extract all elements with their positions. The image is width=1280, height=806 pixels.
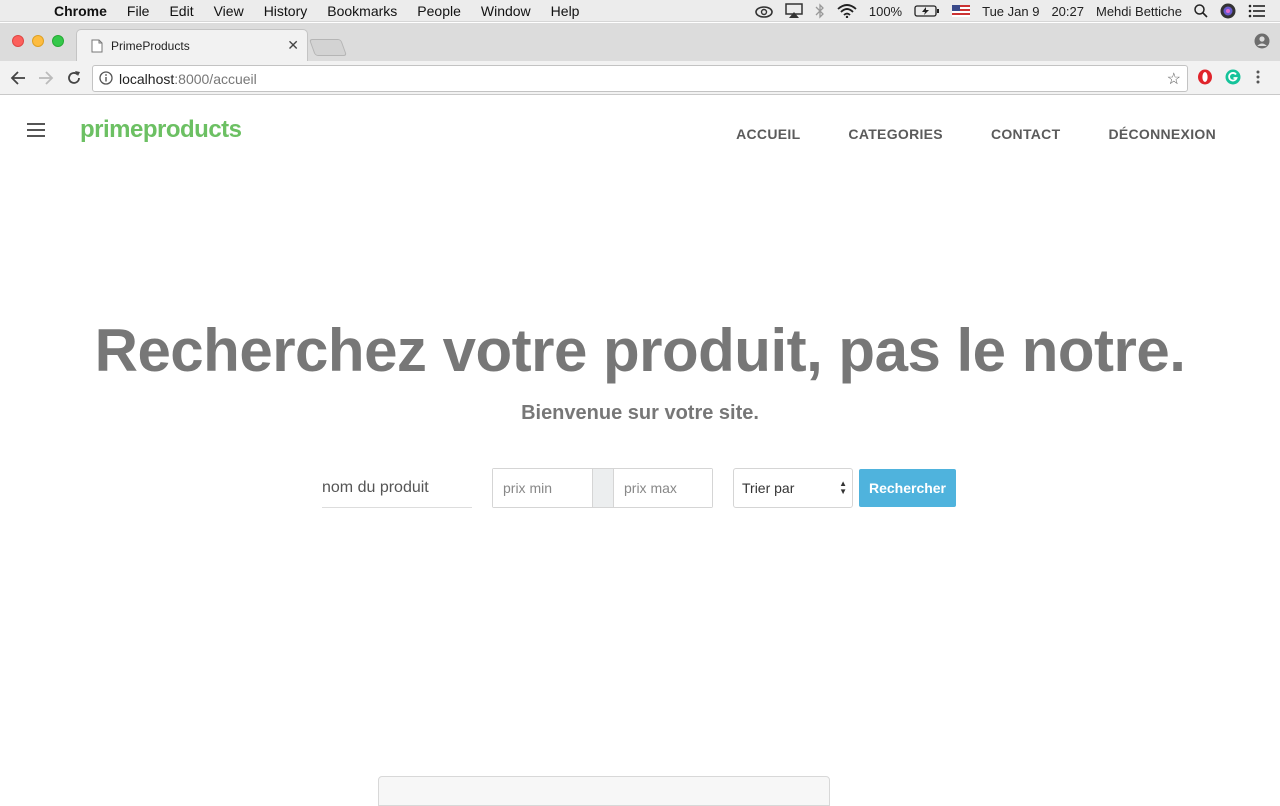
battery-percent: 100% [868,3,903,19]
forward-arrow-icon[interactable] [36,68,56,88]
menu-window[interactable]: Window [471,0,541,22]
menu-edit[interactable]: Edit [159,0,203,22]
menu-help[interactable]: Help [541,0,590,22]
window-maximize-button[interactable] [52,35,64,47]
page-content: primeproducts ACCUEIL CATEGORIES CONTACT… [0,96,1280,806]
nav-link-deconnexion[interactable]: DÉCONNEXION [1108,126,1216,142]
menubar-time[interactable]: 20:27 [1051,0,1084,22]
menu-bookmarks[interactable]: Bookmarks [317,0,407,22]
sort-select[interactable]: Trier par ▲ ▼ [733,468,853,508]
menu-app-name[interactable]: Chrome [54,0,117,22]
browser-menu-icon[interactable] [1255,69,1261,90]
url-path: :8000/accueil [174,71,257,87]
tab-close-icon[interactable]: ✕ [287,36,299,54]
menubar-date[interactable]: Tue Jan 9 [982,0,1039,22]
bluetooth-icon[interactable] [815,0,825,22]
search-button[interactable]: Rechercher [859,469,956,507]
address-bar[interactable]: localhost:8000/accueil ☆ [92,65,1188,92]
select-arrows-icon: ▲ ▼ [839,479,847,496]
back-arrow-icon[interactable] [8,68,28,88]
bookmark-star-icon[interactable]: ☆ [1167,69,1181,89]
price-range-group [492,468,713,508]
wifi-icon[interactable] [837,0,857,22]
bottom-popup-panel [378,776,830,806]
nav-link-contact[interactable]: CONTACT [991,126,1061,142]
grammarly-extension-icon[interactable] [1225,69,1241,90]
window-minimize-button[interactable] [32,35,44,47]
site-logo[interactable]: primeproducts [80,116,242,144]
macos-menu-bar: Chrome File Edit View History Bookmarks … [0,0,1280,22]
site-info-icon[interactable] [99,71,113,90]
tab-title: PrimeProducts [111,39,190,53]
menu-file[interactable]: File [117,0,160,22]
menu-history[interactable]: History [254,0,318,22]
browser-tab[interactable]: PrimeProducts ✕ [76,29,308,61]
airplay-icon[interactable] [785,0,803,22]
hero-title: Recherchez votre produit, pas le notre. [94,317,1186,384]
sort-select-label: Trier par [742,480,795,496]
browser-toolbar: localhost:8000/accueil ☆ [0,61,1280,95]
url-host: localhost [119,71,175,87]
nav-link-accueil[interactable]: ACCUEIL [736,126,800,142]
reload-icon[interactable] [64,68,84,88]
window-close-button[interactable] [12,35,24,47]
us-flag-icon[interactable] [952,0,971,22]
price-min-input[interactable] [493,469,592,507]
price-range-separator [592,469,614,507]
spotlight-search-icon[interactable] [1194,0,1208,22]
main-navigation: ACCUEIL CATEGORIES CONTACT DÉCONNEXION [688,126,1216,142]
opera-extension-icon[interactable] [1197,69,1213,90]
price-max-input[interactable] [614,469,712,507]
creative-cloud-icon[interactable] [755,0,773,22]
profile-icon[interactable] [1254,33,1270,54]
browser-tab-strip: PrimeProducts ✕ [0,23,1280,61]
hamburger-menu-icon[interactable] [27,123,45,137]
product-name-input[interactable] [322,468,472,508]
menubar-user[interactable]: Mehdi Bettiche [1096,0,1182,22]
hero-subtitle: Bienvenue sur votre site. [521,402,759,424]
menu-people[interactable]: People [407,0,471,22]
search-form: Trier par ▲▼ Rechercher [0,468,1280,508]
nav-link-categories[interactable]: CATEGORIES [848,126,943,142]
url-text: localhost:8000/accueil [119,71,257,87]
notification-center-icon[interactable] [1248,0,1266,22]
new-tab-button[interactable] [308,39,348,56]
siri-icon[interactable] [1220,0,1236,22]
page-favicon-icon [91,39,103,58]
menu-view[interactable]: View [204,0,254,22]
battery-icon[interactable] [914,0,940,22]
